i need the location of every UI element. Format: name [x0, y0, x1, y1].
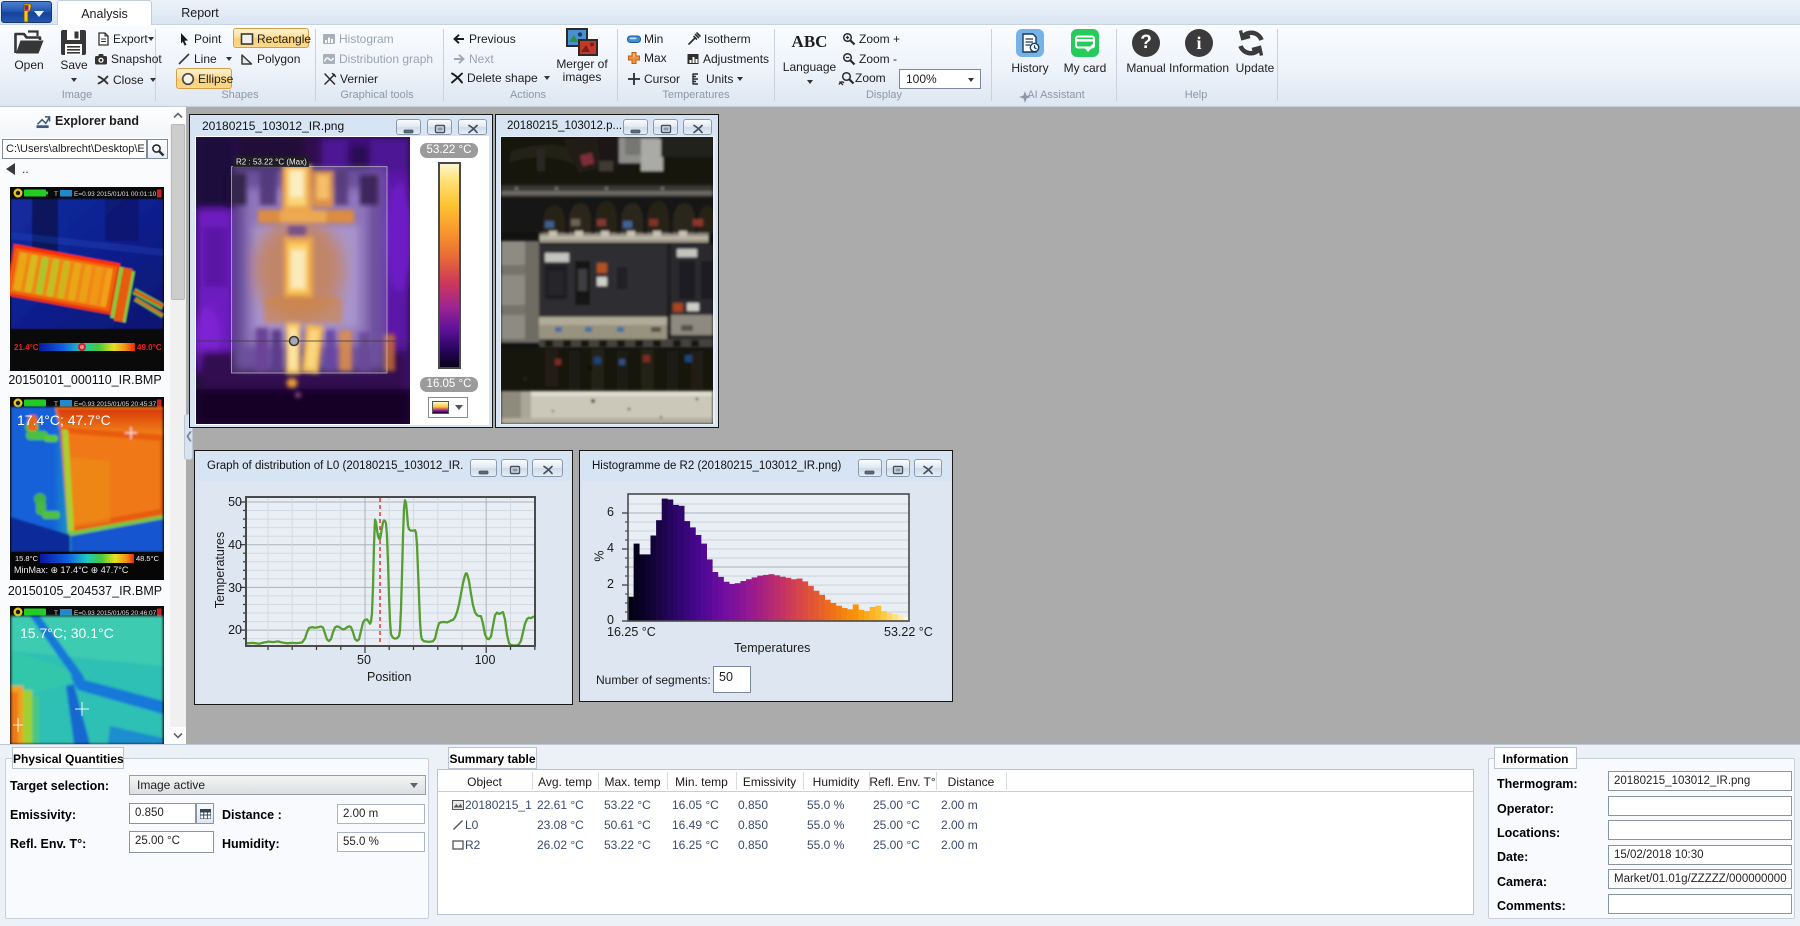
- svg-text:15.7°C; 30.1°C: 15.7°C; 30.1°C: [20, 625, 114, 641]
- svg-text:49.0°C: 49.0°C: [137, 343, 162, 352]
- svg-text:R2 : 53.22 °C (Max): R2 : 53.22 °C (Max): [236, 158, 307, 167]
- svg-text:E=0.93 2015/01/05 20:45:37: E=0.93 2015/01/05 20:45:37: [74, 401, 157, 408]
- svg-text:21.4°C: 21.4°C: [14, 343, 39, 352]
- svg-text:T: T: [54, 401, 58, 408]
- svg-text:MinMax: ⊕ 17.4°C ⊕ 47.7°C: MinMax: ⊕ 17.4°C ⊕ 47.7°C: [14, 565, 129, 575]
- svg-text:T: T: [54, 191, 58, 198]
- svg-text:E=0.93 2015/01/05 20:46:07: E=0.93 2015/01/05 20:46:07: [74, 610, 157, 617]
- svg-text:T: T: [54, 610, 58, 617]
- svg-text:17.4°C; 47.7°C: 17.4°C; 47.7°C: [17, 412, 111, 428]
- svg-text:15.8°C: 15.8°C: [15, 554, 39, 563]
- svg-text:E=0.93 2015/01/01 00:01:10: E=0.93 2015/01/01 00:01:10: [74, 191, 157, 198]
- svg-text:48.5°C: 48.5°C: [136, 554, 160, 563]
